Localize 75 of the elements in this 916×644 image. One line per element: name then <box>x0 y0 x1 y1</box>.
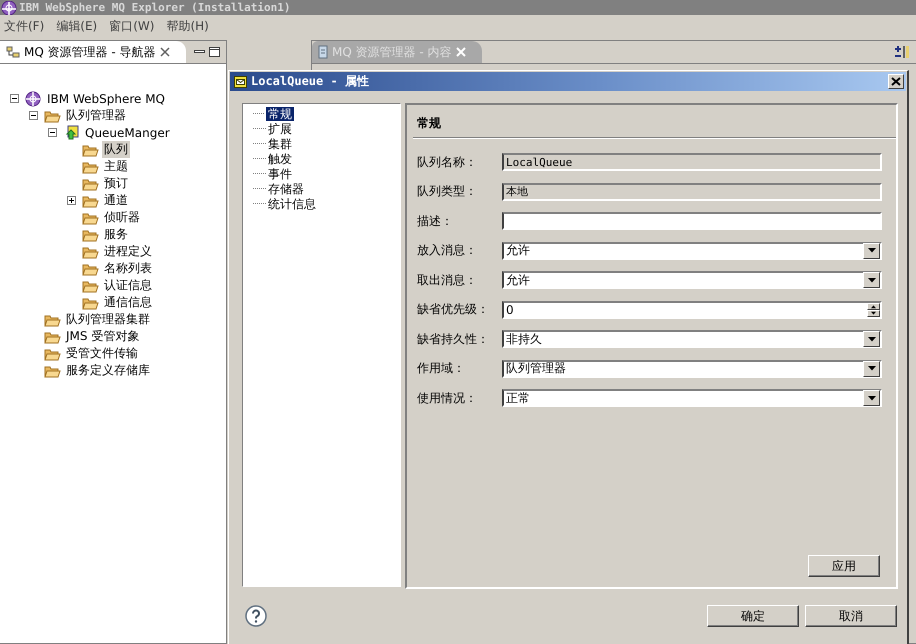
close-button[interactable] <box>888 74 904 89</box>
section-title: 常规 <box>416 115 442 132</box>
collapse-icon[interactable] <box>29 111 38 120</box>
read-only-field: 本地 <box>502 182 882 200</box>
globe-icon <box>25 90 43 106</box>
tree-item[interactable]: 名称列表 <box>102 260 154 277</box>
page-item[interactable]: 常规 <box>266 106 294 120</box>
close-icon <box>160 47 170 57</box>
view-tab[interactable]: MQ 资源管理器 - 导航器 <box>0 41 186 63</box>
collapse-icon[interactable] <box>48 128 57 137</box>
page-item[interactable]: 统计信息 <box>266 196 318 210</box>
collapse-icon[interactable] <box>10 94 19 103</box>
field-label: 缺省持久性： <box>417 330 490 348</box>
tree-item[interactable]: 主题 <box>102 158 130 175</box>
dropdown[interactable]: 非持久 <box>502 330 882 348</box>
tree-item[interactable]: 认证信息 <box>102 277 154 294</box>
dropdown[interactable]: 允许 <box>502 242 882 260</box>
tree-item[interactable]: 侦听器 <box>102 209 142 226</box>
page-item[interactable]: 集群 <box>266 136 294 150</box>
close-icon <box>456 47 466 57</box>
caret-icon <box>868 366 876 371</box>
tree-item[interactable]: 队列 <box>102 141 130 158</box>
caret-icon <box>868 248 876 253</box>
field-label: 取出消息： <box>417 272 478 288</box>
document-icon <box>318 45 328 59</box>
page-item[interactable]: 触发 <box>266 152 294 166</box>
tree-icon <box>6 46 20 58</box>
help-icon <box>245 605 267 627</box>
caret-icon <box>868 396 876 400</box>
field-label: 队列类型： <box>417 183 478 200</box>
page-item[interactable]: 扩展 <box>266 122 294 136</box>
menu-item[interactable]: 帮助(H) <box>166 18 209 34</box>
dropdown[interactable]: 允许 <box>502 271 882 289</box>
menu-item[interactable]: 文件(F) <box>4 18 44 34</box>
columns-icon <box>894 45 910 59</box>
field-label: 放入消息： <box>417 242 478 259</box>
tree-item[interactable]: 队列管理器 <box>64 107 128 124</box>
tree-item[interactable]: 队列管理器集群 <box>64 311 152 328</box>
tree-item[interactable]: QueueManger <box>83 126 172 140</box>
dropdown[interactable]: 正常 <box>502 389 882 407</box>
dialog-title: LocalQueue - 属性 <box>251 73 369 90</box>
tree-item[interactable]: 受管文件传输 <box>64 345 140 362</box>
close-icon <box>891 77 901 86</box>
caret-icon <box>868 336 876 342</box>
tree-item[interactable]: 服务定义存储库 <box>64 362 152 379</box>
envelope-icon <box>234 76 247 88</box>
field-label: 描述： <box>417 212 454 230</box>
tree-item[interactable]: IBM WebSphere MQ <box>45 92 167 106</box>
field-label: 缺省优先级： <box>417 301 490 318</box>
caret-icon <box>868 278 876 282</box>
field-label: 队列名称： <box>417 154 478 170</box>
window-title: IBM WebSphere MQ Explorer (Installation1) <box>19 1 291 14</box>
tree-item[interactable]: 通道 <box>102 192 130 209</box>
spinner-field[interactable]: 0 <box>502 300 882 318</box>
tree-item[interactable]: 进程定义 <box>102 243 154 260</box>
queue-manager-icon <box>63 124 81 140</box>
field-label: 使用情况： <box>417 390 478 406</box>
tree-item[interactable]: JMS 受管对象 <box>64 328 142 345</box>
maximize-icon <box>209 47 220 57</box>
tree-item[interactable]: 通信信息 <box>102 294 154 311</box>
input-field[interactable] <box>502 212 882 230</box>
apply-button[interactable]: 应用 <box>808 555 880 577</box>
tree-item[interactable]: 服务 <box>102 226 130 243</box>
cancel-button[interactable]: 取消 <box>805 605 897 627</box>
read-only-field: LocalQueue <box>502 153 882 171</box>
menu-item[interactable]: 窗口(W) <box>109 18 154 34</box>
ok-button[interactable]: 确定 <box>707 605 799 627</box>
page-item[interactable]: 存储器 <box>266 182 306 196</box>
page-item[interactable]: 事件 <box>266 166 294 180</box>
menu-item[interactable]: 编辑(E) <box>56 18 98 34</box>
tree-item[interactable]: 预订 <box>102 175 130 192</box>
field-label: 作用域： <box>417 360 466 377</box>
dropdown[interactable]: 队列管理器 <box>502 360 882 378</box>
expand-icon[interactable] <box>67 196 76 205</box>
globe-icon <box>1 0 17 14</box>
